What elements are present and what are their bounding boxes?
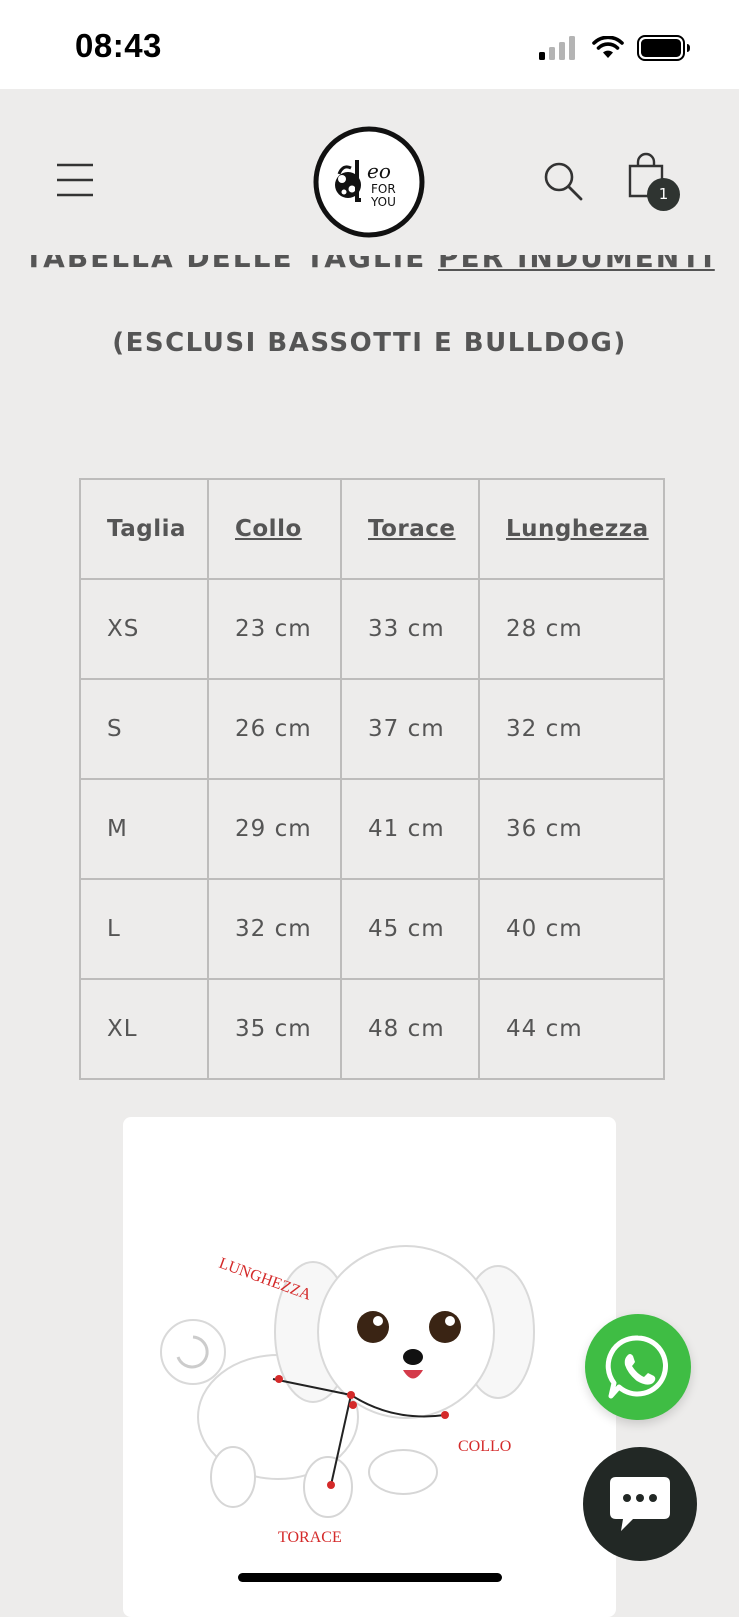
cell-size: XL: [79, 978, 209, 1080]
cell-size: S: [79, 678, 209, 780]
svg-text:eo: eo: [367, 159, 391, 183]
size-chart-subtitle: (ESCLUSI BASSOTTI E BULLDOG): [112, 328, 627, 358]
table-header-row: Taglia Collo Torace Lunghezza: [79, 478, 665, 580]
status-bar: 08:43: [0, 0, 739, 89]
cell-chest: 37 cm: [340, 678, 480, 780]
home-indicator: [238, 1573, 502, 1582]
table-row: L 32 cm 45 cm 40 cm: [79, 878, 665, 980]
cell-neck: 32 cm: [207, 878, 342, 980]
dog-measurement-illustration: LUNGHEZZA COLLO TORACE: [160, 1245, 535, 1546]
cellular-signal-icon: [539, 36, 575, 60]
svg-text:YOU: YOU: [370, 195, 396, 209]
table-row: M 29 cm 41 cm 36 cm: [79, 778, 665, 880]
cell-neck: 23 cm: [207, 578, 342, 680]
svg-text:FOR: FOR: [371, 182, 396, 196]
search-icon[interactable]: [543, 161, 583, 201]
cell-chest: 41 cm: [340, 778, 480, 880]
cell-length: 40 cm: [478, 878, 665, 980]
header-chest: Torace: [340, 478, 480, 580]
chat-button[interactable]: [583, 1447, 697, 1561]
wifi-icon: [592, 36, 624, 58]
cell-size: L: [79, 878, 209, 980]
measurement-illustration-card: LUNGHEZZA COLLO TORACE: [123, 1117, 616, 1617]
table-row: XL 35 cm 48 cm 44 cm: [79, 978, 665, 1080]
cell-neck: 29 cm: [207, 778, 342, 880]
chat-bubble-icon: [610, 1477, 670, 1531]
header-length: Lunghezza: [478, 478, 665, 580]
size-chart-title: TABELLA DELLE TAGLIE PER INDUMENTI: [0, 255, 739, 281]
cell-length: 44 cm: [478, 978, 665, 1080]
hamburger-menu-icon[interactable]: [56, 163, 94, 197]
whatsapp-icon: [605, 1335, 669, 1399]
status-time: 08:43: [75, 27, 162, 64]
battery-icon: [637, 35, 690, 61]
whatsapp-button[interactable]: [585, 1314, 691, 1420]
cart-count-badge[interactable]: 1: [647, 178, 680, 211]
brand-logo[interactable]: eo FOR YOU: [313, 126, 425, 238]
cell-neck: 35 cm: [207, 978, 342, 1080]
cell-size: M: [79, 778, 209, 880]
cell-length: 28 cm: [478, 578, 665, 680]
title-text: TABELLA DELLE TAGLIE: [24, 255, 439, 274]
header-size: Taglia: [79, 478, 209, 580]
label-chest: TORACE: [278, 1529, 342, 1546]
cell-chest: 33 cm: [340, 578, 480, 680]
title-link-text[interactable]: PER INDUMENTI: [438, 255, 715, 274]
size-table: Taglia Collo Torace Lunghezza XS 23 cm 3…: [79, 478, 665, 1080]
header-neck: Collo: [207, 478, 342, 580]
cell-chest: 45 cm: [340, 878, 480, 980]
cell-size: XS: [79, 578, 209, 680]
site-header: eo FOR YOU 1: [0, 89, 739, 269]
cell-length: 36 cm: [478, 778, 665, 880]
table-row: XS 23 cm 33 cm 28 cm: [79, 578, 665, 680]
cell-neck: 26 cm: [207, 678, 342, 780]
cell-length: 32 cm: [478, 678, 665, 780]
cell-chest: 48 cm: [340, 978, 480, 1080]
table-row: S 26 cm 37 cm 32 cm: [79, 678, 665, 780]
label-neck: COLLO: [458, 1438, 511, 1455]
